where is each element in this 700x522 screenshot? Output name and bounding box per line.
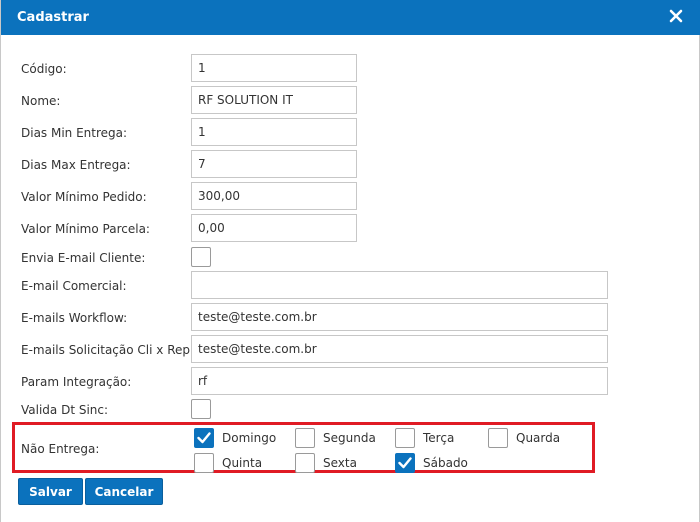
valida-dt-sinc-checkbox[interactable] [191,399,211,419]
cadastrar-dialog: Cadastrar Código: Nome: Dias Min Entrega… [0,0,700,522]
sexta-checkbox[interactable] [295,453,315,473]
email-comercial-label: E-mail Comercial: [21,279,127,293]
dias-min-entrega-input[interactable] [191,118,357,146]
terca-checkbox[interactable] [395,428,415,448]
cancelar-button[interactable]: Cancelar [85,478,163,505]
salvar-button[interactable]: Salvar [18,478,83,505]
quarda-label: Quarda [516,431,561,445]
valida-dt-sinc-label: Valida Dt Sinc: [21,403,109,417]
emails-workflow-label: E-mails Workflow: [21,311,128,325]
valor-minimo-pedido-input[interactable] [191,182,357,210]
valor-minimo-pedido-label: Valor Mínimo Pedido: [21,190,147,204]
segunda-checkbox[interactable] [295,428,315,448]
quinta-checkbox[interactable] [194,453,214,473]
terca-label: Terça [423,431,455,445]
checkmark-icon [197,432,211,444]
nome-input[interactable] [191,86,357,114]
nome-label: Nome: [21,94,61,108]
domingo-checkbox[interactable] [194,428,214,448]
sabado-label: Sábado [423,456,468,470]
checkmark-icon [398,457,412,469]
domingo-label: Domingo [222,431,277,445]
close-icon[interactable] [669,9,683,23]
param-integracao-label: Param Integração: [21,375,132,389]
dialog-title: Cadastrar [17,10,89,25]
codigo-input[interactable] [191,54,357,82]
emails-solicitacao-label: E-mails Solicitação Cli x Rep: [21,343,195,357]
sexta-label: Sexta [323,456,357,470]
emails-workflow-input[interactable] [191,303,608,331]
email-comercial-input[interactable] [191,271,608,299]
param-integracao-input[interactable] [191,367,608,395]
emails-solicitacao-input[interactable] [191,335,608,363]
envia-email-cliente-checkbox[interactable] [191,247,211,267]
quarda-checkbox[interactable] [488,428,508,448]
dias-max-entrega-label: Dias Max Entrega: [21,158,131,172]
sabado-checkbox[interactable] [395,453,415,473]
dias-min-entrega-label: Dias Min Entrega: [21,126,128,140]
nao-entrega-label: Não Entrega: [21,442,100,456]
valor-minimo-parcela-label: Valor Mínimo Parcela: [21,222,150,236]
dias-max-entrega-input[interactable] [191,150,357,178]
quinta-label: Quinta [222,456,263,470]
segunda-label: Segunda [323,431,376,445]
valor-minimo-parcela-input[interactable] [191,214,357,242]
dialog-titlebar: Cadastrar [1,0,700,35]
envia-email-cliente-label: Envia E-mail Cliente: [21,251,146,265]
codigo-label: Código: [21,62,67,76]
